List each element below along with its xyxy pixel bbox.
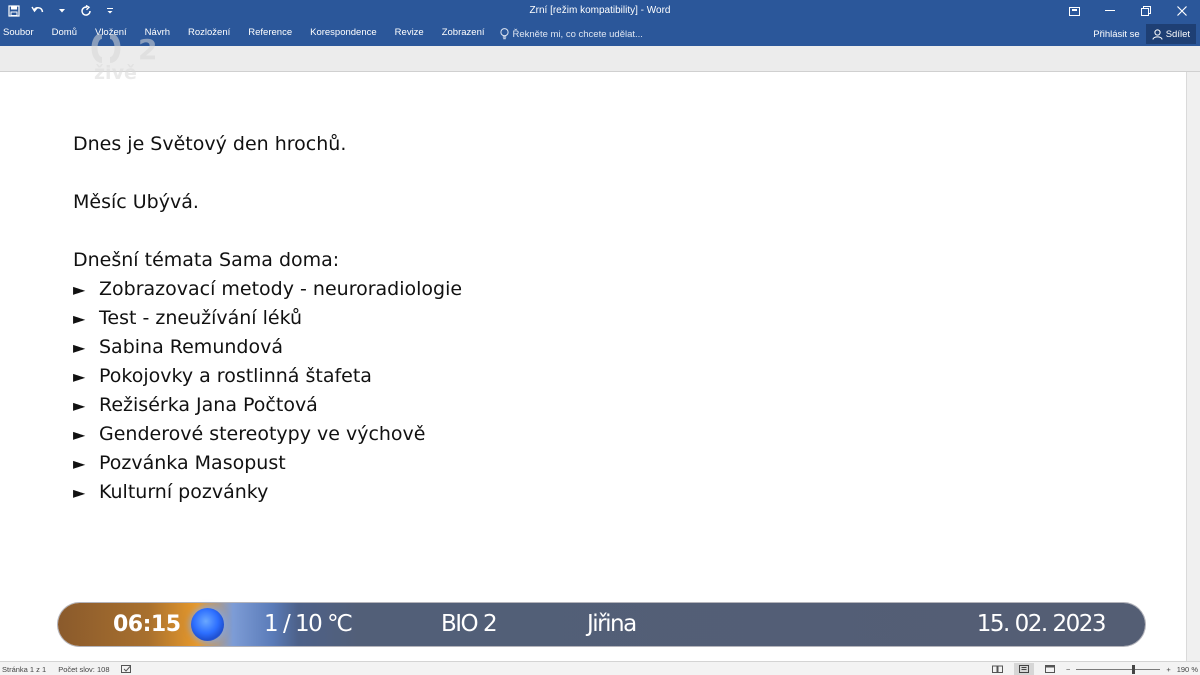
close-icon[interactable] — [1164, 0, 1200, 22]
list-item: ► Zobrazovací metody - neuroradiologie — [73, 275, 462, 304]
vertical-scrollbar[interactable] — [1186, 72, 1200, 661]
tab-home[interactable]: Domů — [43, 22, 86, 46]
bullet-icon: ► — [73, 367, 86, 386]
tab-review[interactable]: Revize — [386, 22, 433, 46]
tell-me-search[interactable]: Řekněte mi, co chcete udělat... — [494, 22, 643, 46]
status-left: Stránka 1 z 1 Počet slov: 108 — [2, 662, 132, 675]
sign-in-link[interactable]: Přihlásit se — [1093, 29, 1139, 40]
bullet-icon: ► — [73, 396, 86, 415]
topic-text: Pokojovky a rostlinná štafeta — [99, 365, 372, 387]
chevron-down-icon[interactable] — [52, 1, 72, 21]
tv-date: 15. 02. 2023 — [976, 611, 1107, 637]
status-bar: Stránka 1 z 1 Počet slov: 108 − + 190 % — [0, 661, 1200, 675]
topic-text: Pozvánka Masopust — [99, 452, 286, 474]
topic-text: Sabina Remundová — [99, 336, 283, 358]
window-controls — [1056, 0, 1200, 22]
tab-references[interactable]: Reference — [239, 22, 301, 46]
list-item: ► Pozvánka Masopust — [73, 449, 462, 478]
list-item: ► Test - zneužívání léků — [73, 304, 462, 333]
zoom-out-button[interactable]: − — [1066, 665, 1070, 674]
window-title: Zrní [režim kompatibility] - Word — [529, 5, 671, 16]
status-right: − + 190 % — [988, 662, 1198, 675]
tab-view[interactable]: Zobrazení — [433, 22, 494, 46]
bullet-icon: ► — [73, 280, 86, 299]
list-item: ► Genderové stereotypy ve výchově — [73, 420, 462, 449]
zoom-track — [1076, 669, 1161, 670]
channel-logo: 2 živě — [88, 33, 178, 94]
proofing-icon[interactable] — [121, 664, 132, 674]
empty-paragraph — [73, 159, 462, 188]
tell-me-placeholder: Řekněte mi, co chcete udělat... — [512, 28, 643, 40]
ribbon: Soubor Domů Vložení Návrh Rozložení Refe… — [0, 22, 1200, 46]
person-icon — [1152, 28, 1163, 40]
empty-paragraph — [73, 101, 462, 130]
list-item: ► Sabina Remundová — [73, 333, 462, 362]
topic-text: Test - zneužívání léků — [99, 307, 303, 329]
bullet-icon: ► — [73, 309, 86, 328]
tab-file[interactable]: Soubor — [0, 22, 43, 46]
restore-icon[interactable] — [1128, 0, 1164, 22]
title-bar: Zrní [režim kompatibility] - Word — [0, 0, 1200, 22]
share-button[interactable]: Sdílet — [1145, 24, 1196, 44]
list-item: ► Kulturní pozvánky — [73, 478, 462, 507]
save-icon[interactable] — [4, 1, 24, 21]
list-item: ► Režisérka Jana Počtová — [73, 391, 462, 420]
tv-temperature: 1 / 10 ℃ — [264, 611, 353, 637]
zoom-thumb[interactable] — [1131, 665, 1135, 674]
redo-icon[interactable] — [76, 1, 96, 21]
tab-layout[interactable]: Rozložení — [179, 22, 239, 46]
weather-orb-icon — [191, 608, 224, 641]
zoom-level[interactable]: 190 % — [1177, 665, 1198, 674]
tv-station: BIO 2 — [441, 611, 498, 637]
zoom-in-button[interactable]: + — [1166, 665, 1170, 674]
ruler — [0, 46, 1200, 72]
list-item: ► Pokojovky a rostlinná štafeta — [73, 362, 462, 391]
paragraph-moon: Měsíc Ubývá. — [73, 191, 199, 213]
page-indicator[interactable]: Stránka 1 z 1 — [2, 665, 46, 674]
undo-icon[interactable] — [28, 1, 48, 21]
paragraph-hippo-day: Dnes je Světový den hrochů. — [73, 133, 347, 155]
ribbon-account-area: Přihlásit se Sdílet — [1093, 22, 1196, 46]
ribbon-display-options-icon[interactable] — [1056, 0, 1092, 22]
lightbulb-icon — [499, 28, 509, 40]
word-count[interactable]: Počet slov: 108 — [58, 665, 109, 674]
minimize-icon[interactable] — [1092, 0, 1128, 22]
topic-text: Genderové stereotypy ve výchově — [99, 423, 426, 445]
channel-number: 2 — [138, 34, 157, 64]
topic-text: Kulturní pozvánky — [99, 481, 269, 503]
bullet-icon: ► — [73, 454, 86, 473]
bullet-icon: ► — [73, 483, 86, 502]
web-layout-icon[interactable] — [1040, 663, 1060, 675]
paragraph-topics-heading: Dnešní témata Sama doma: — [73, 249, 340, 271]
customize-icon[interactable] — [100, 1, 120, 21]
bullet-icon: ► — [73, 425, 86, 444]
logo-live-text: živě — [94, 62, 137, 84]
topic-text: Zobrazovací metody - neuroradiologie — [99, 278, 463, 300]
tv-time: 06:15 — [113, 612, 181, 637]
ct-logo-icon: 2 — [91, 33, 157, 66]
read-mode-icon[interactable] — [988, 663, 1008, 675]
zoom-slider[interactable] — [1076, 663, 1161, 675]
bullet-icon: ► — [73, 338, 86, 357]
topic-text: Režisérka Jana Počtová — [99, 394, 318, 416]
tab-mailings[interactable]: Korespondence — [301, 22, 386, 46]
empty-paragraph — [73, 217, 462, 246]
share-label: Sdílet — [1165, 28, 1190, 40]
document-body[interactable]: Dnes je Světový den hrochů. Měsíc Ubývá.… — [73, 101, 462, 507]
tv-name-day: Jiřina — [587, 611, 637, 637]
quick-access-toolbar — [4, 0, 120, 22]
word-window: Zrní [režim kompatibility] - Word Soubor… — [0, 0, 1200, 675]
print-layout-icon[interactable] — [1013, 663, 1034, 675]
tv-info-bar: 06:15 1 / 10 ℃ BIO 2 Jiřina 15. 02. 2023 — [58, 603, 1145, 646]
